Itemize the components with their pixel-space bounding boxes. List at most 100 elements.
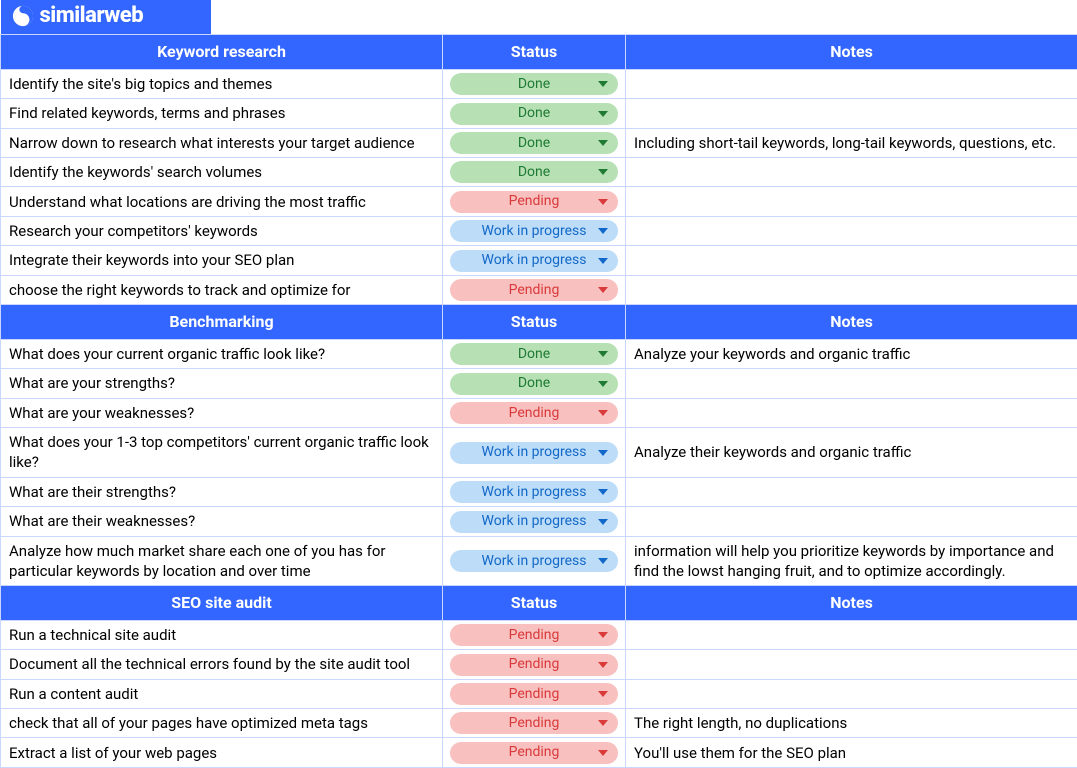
status-cell: Work in progress (443, 507, 626, 536)
chevron-down-icon (598, 287, 608, 293)
status-dropdown[interactable]: Pending (450, 654, 618, 676)
status-dropdown[interactable]: Done (450, 373, 618, 395)
status-dropdown[interactable]: Pending (450, 683, 618, 705)
notes-cell (626, 69, 1077, 98)
status-label: Pending (509, 743, 560, 762)
status-header: Status (443, 35, 626, 70)
status-label: Done (518, 374, 550, 393)
status-dropdown[interactable]: Work in progress (450, 442, 618, 464)
table-row: Run a content auditPending (1, 679, 1077, 708)
notes-cell: Analyze your keywords and organic traffi… (626, 339, 1077, 368)
chevron-down-icon (598, 381, 608, 387)
section-header-row: Keyword researchStatusNotes (1, 35, 1077, 70)
notes-cell (626, 679, 1077, 708)
notes-header: Notes (626, 35, 1077, 70)
task-cell: Analyze how much market share each one o… (1, 536, 443, 586)
section-header-row: SEO site auditStatusNotes (1, 586, 1077, 621)
task-cell: What are your strengths? (1, 369, 443, 398)
status-cell: Work in progress (443, 536, 626, 586)
status-dropdown[interactable]: Pending (450, 742, 618, 764)
status-dropdown[interactable]: Work in progress (450, 511, 618, 533)
status-cell: Work in progress (443, 477, 626, 506)
status-cell: Pending (443, 275, 626, 304)
status-dropdown[interactable]: Work in progress (450, 481, 618, 503)
status-cell: Pending (443, 398, 626, 427)
chevron-down-icon (598, 410, 608, 416)
status-cell: Done (443, 339, 626, 368)
status-cell: Pending (443, 738, 626, 767)
task-cell: check that all of your pages have optimi… (1, 709, 443, 738)
notes-cell (626, 187, 1077, 216)
status-label: Work in progress (482, 483, 587, 502)
task-cell: Run a technical site audit (1, 620, 443, 649)
chevron-down-icon (598, 450, 608, 456)
task-cell: Document all the technical errors found … (1, 650, 443, 679)
status-dropdown[interactable]: Done (450, 73, 618, 95)
section-title: Benchmarking (1, 305, 443, 340)
status-dropdown[interactable]: Done (450, 161, 618, 183)
table-row: What are their weaknesses? Work in progre… (1, 507, 1077, 536)
notes-cell (626, 246, 1077, 275)
chevron-down-icon (598, 691, 608, 697)
table-row: Run a technical site audit Pending (1, 620, 1077, 649)
section-title: SEO site audit (1, 586, 443, 621)
status-cell: Work in progress (443, 428, 626, 478)
notes-cell (626, 507, 1077, 536)
status-dropdown[interactable]: Pending (450, 712, 618, 734)
status-label: Done (518, 104, 550, 123)
status-header: Status (443, 586, 626, 621)
status-label: Done (518, 134, 550, 153)
task-cell: Identify the keywords' search volumes (1, 157, 443, 186)
status-label: Work in progress (482, 222, 587, 241)
task-cell: Integrate their keywords into your SEO p… (1, 246, 443, 275)
status-label: Work in progress (482, 552, 587, 571)
status-label: Done (518, 75, 550, 94)
status-label: Pending (509, 655, 560, 674)
section-title: Keyword research (1, 35, 443, 70)
notes-cell: Analyze their keywords and organic traff… (626, 428, 1077, 478)
status-dropdown[interactable]: Pending (450, 402, 618, 424)
chevron-down-icon (598, 558, 608, 564)
table-row: What does your 1-3 top competitors' curr… (1, 428, 1077, 478)
similarweb-icon (12, 5, 34, 27)
table-row: What are your strengths? Done (1, 369, 1077, 398)
notes-cell (626, 216, 1077, 245)
status-dropdown[interactable]: Done (450, 132, 618, 154)
chevron-down-icon (598, 169, 608, 175)
status-label: Pending (509, 714, 560, 733)
status-dropdown[interactable]: Work in progress (450, 550, 618, 572)
task-cell: What does your current organic traffic l… (1, 339, 443, 368)
chevron-down-icon (598, 258, 608, 264)
notes-cell: You'll use them for the SEO plan (626, 738, 1077, 767)
task-cell: Extract a list of your web pages (1, 738, 443, 767)
status-cell: Done (443, 69, 626, 98)
notes-cell (626, 157, 1077, 186)
status-dropdown[interactable]: Pending (450, 279, 618, 301)
notes-cell (626, 620, 1077, 649)
chevron-down-icon (598, 111, 608, 117)
notes-cell: Including short-tail keywords, long-tail… (626, 128, 1077, 157)
status-dropdown[interactable]: Done (450, 343, 618, 365)
status-dropdown[interactable]: Pending (450, 191, 618, 213)
status-dropdown[interactable]: Pending (450, 624, 618, 646)
table-row: Research your competitors' keywordsWork … (1, 216, 1077, 245)
table-row: What are their strengths? Work in progres… (1, 477, 1077, 506)
task-cell: Understand what locations are driving th… (1, 187, 443, 216)
status-cell: Done (443, 128, 626, 157)
status-dropdown[interactable]: Work in progress (450, 220, 618, 242)
status-dropdown[interactable]: Done (450, 103, 618, 125)
status-dropdown[interactable]: Work in progress (450, 250, 618, 272)
brand-logo: similarweb (1, 0, 211, 34)
task-cell: What are their weaknesses? (1, 507, 443, 536)
status-cell: Work in progress (443, 216, 626, 245)
status-cell: Done (443, 369, 626, 398)
table-row: What does your current organic traffic l… (1, 339, 1077, 368)
status-cell: Work in progress (443, 246, 626, 275)
chevron-down-icon (598, 750, 608, 756)
status-label: Pending (509, 404, 560, 423)
chevron-down-icon (598, 632, 608, 638)
task-cell: What are their strengths? (1, 477, 443, 506)
chevron-down-icon (598, 662, 608, 668)
task-cell: Find related keywords, terms and phrases (1, 99, 443, 128)
status-label: Work in progress (482, 251, 587, 270)
